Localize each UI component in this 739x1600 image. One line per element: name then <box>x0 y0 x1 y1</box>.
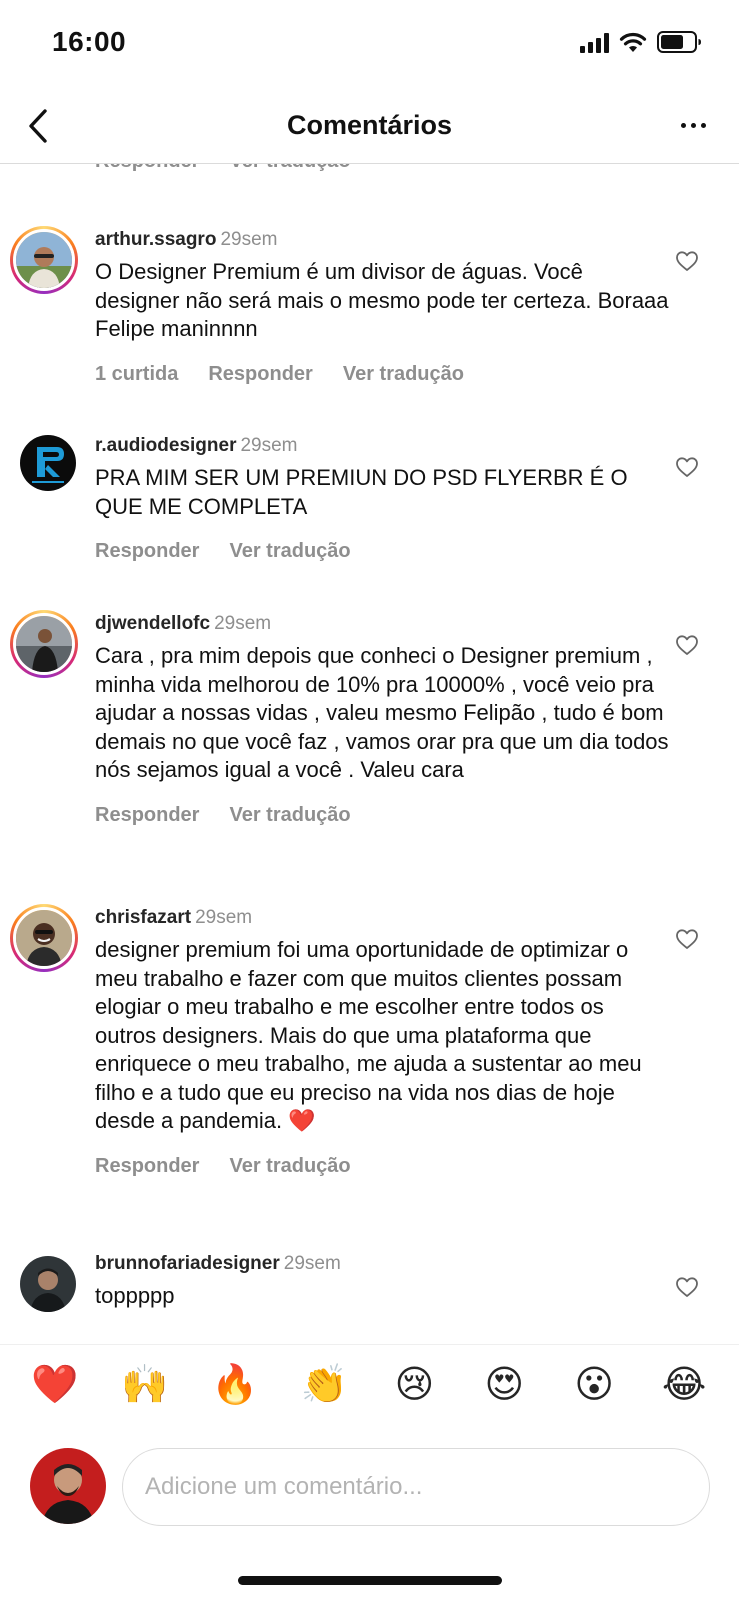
comment-body: r.audiodesigner 29sem PRA MIM SER UM PREM… <box>95 434 669 563</box>
comment-text: toppppp <box>95 1283 175 1308</box>
comment-body: djwendellofc 29sem Cara , pra mim depois … <box>95 612 669 827</box>
comment-composer <box>0 1440 739 1540</box>
avatar-photo <box>20 1256 76 1312</box>
reaction-laughing-emoji[interactable]: 😂 <box>659 1360 709 1410</box>
more-options-button[interactable] <box>671 110 715 140</box>
cellular-signal-icon <box>580 31 609 53</box>
comment-username[interactable]: arthur.ssagro <box>95 229 216 250</box>
comment-text: Cara , pra mim depois que conheci o Desi… <box>95 643 669 782</box>
like-heart-icon[interactable] <box>675 928 699 950</box>
cut-off-comment-actions: Responder Ver tradução <box>95 164 351 173</box>
reply-button[interactable]: Responder <box>95 804 199 827</box>
reply-button[interactable]: Responder <box>208 363 312 386</box>
comments-list[interactable]: Responder Ver tradução arthur.ssagro29se… <box>0 164 739 1344</box>
more-dot <box>690 122 696 128</box>
comment-text: O Designer Premium é um divisor de águas… <box>95 259 669 341</box>
reply-button[interactable]: Responder <box>95 1155 199 1178</box>
header: Comentários <box>0 90 739 164</box>
comment-actions: Responder Ver tradução <box>95 1155 669 1178</box>
comment-actions: Responder Ver tradução <box>95 540 669 563</box>
likes-count-button[interactable]: 1 curtida <box>95 363 178 386</box>
comment-timestamp: 29sem <box>220 229 278 250</box>
comment-header: brunnofariadesigner 29sem <box>95 1252 669 1276</box>
comment-username[interactable]: chrisfazart <box>95 907 191 928</box>
comment-header: r.audiodesigner 29sem <box>95 434 669 458</box>
battery-icon <box>657 31 701 53</box>
status-icons <box>580 30 703 54</box>
comment-username[interactable]: r.audiodesigner <box>95 435 236 456</box>
reaction-clapping-emoji[interactable]: 👏 <box>300 1360 350 1410</box>
status-bar: 16:00 <box>0 0 739 90</box>
comment-text: PRA MIM SER UM PREMIUN DO PSD FLYERBR É … <box>95 465 628 519</box>
see-translation-button[interactable]: Ver tradução <box>229 164 350 173</box>
current-user-avatar <box>30 1448 106 1524</box>
comment-body: brunnofariadesigner 29sem toppppp <box>95 1252 669 1311</box>
status-time: 16:00 <box>52 26 127 57</box>
quick-reactions-bar: ❤️ 🙌 🔥 👏 😢 😍 😮 😂 <box>0 1344 739 1424</box>
more-dot <box>700 122 706 128</box>
reaction-heart-eyes-emoji[interactable]: 😍 <box>479 1360 529 1410</box>
comment-actions: 1 curtida Responder Ver tradução <box>95 363 669 386</box>
avatar[interactable] <box>20 435 76 491</box>
comment-body: arthur.ssagro 29sem O Designer Premium é … <box>95 228 669 386</box>
avatar-photo <box>13 613 75 675</box>
avatar[interactable] <box>10 226 78 294</box>
comment-timestamp: 29sem <box>240 435 298 456</box>
reaction-raised-hands-emoji[interactable]: 🙌 <box>120 1360 170 1410</box>
comment-input[interactable] <box>145 1473 709 1501</box>
page-title: Comentários <box>286 110 453 140</box>
wifi-icon <box>619 32 647 52</box>
comment-header: chrisfazart 29sem <box>95 906 669 930</box>
comment-input-container[interactable] <box>122 1448 710 1526</box>
like-heart-icon[interactable] <box>675 1276 699 1298</box>
comment-header: djwendellofc 29sem <box>95 612 669 636</box>
comment-body: chrisfazart 29sem designer premium foi um… <box>95 906 669 1178</box>
reply-button[interactable]: Responder <box>95 164 199 173</box>
comment-timestamp: 29sem <box>214 613 272 634</box>
comment-actions: Responder Ver tradução <box>95 804 669 827</box>
comment-username[interactable]: djwendellofc <box>95 613 210 634</box>
home-indicator[interactable] <box>238 1576 502 1585</box>
more-dot <box>680 122 686 128</box>
avatar-photo <box>20 435 76 491</box>
reaction-heart-emoji[interactable]: ❤️ <box>30 1360 80 1410</box>
avatar[interactable] <box>10 904 78 972</box>
avatar[interactable] <box>20 1256 76 1312</box>
like-heart-icon[interactable] <box>675 456 699 478</box>
like-heart-icon[interactable] <box>675 634 699 656</box>
reaction-surprised-emoji[interactable]: 😮 <box>569 1360 619 1410</box>
comment-text: designer premium foi uma oportunidade de… <box>95 937 642 1133</box>
comment-header: arthur.ssagro 29sem <box>95 228 669 252</box>
like-heart-icon[interactable] <box>675 250 699 272</box>
comment-timestamp: 29sem <box>283 1253 341 1274</box>
see-translation-button[interactable]: Ver tradução <box>229 804 350 827</box>
comment-username[interactable]: brunnofariadesigner <box>95 1253 280 1274</box>
reaction-fire-emoji[interactable]: 🔥 <box>210 1360 260 1410</box>
comment-timestamp: 29sem <box>195 907 253 928</box>
reply-button[interactable]: Responder <box>95 540 199 563</box>
avatar-photo <box>13 907 75 969</box>
see-translation-button[interactable]: Ver tradução <box>343 363 464 386</box>
avatar[interactable] <box>10 610 78 678</box>
see-translation-button[interactable]: Ver tradução <box>229 1155 350 1178</box>
see-translation-button[interactable]: Ver tradução <box>229 540 350 563</box>
avatar-photo <box>13 229 75 291</box>
reaction-crying-emoji[interactable]: 😢 <box>389 1360 439 1410</box>
